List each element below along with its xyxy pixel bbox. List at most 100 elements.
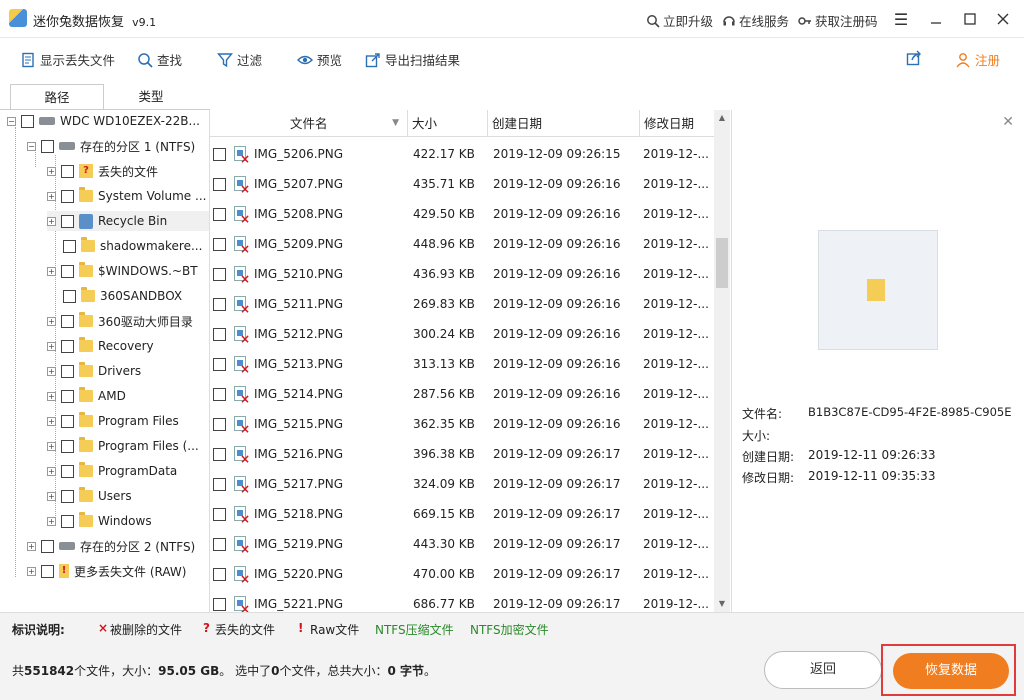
scrollbar-thumb[interactable] bbox=[716, 238, 728, 288]
table-row[interactable]: IMG_5213.PNG 313.13 KB 2019-12-09 09:26:… bbox=[210, 349, 714, 379]
checkbox[interactable] bbox=[61, 364, 74, 378]
get-register-code-link[interactable]: 获取注册码 bbox=[798, 11, 878, 30]
scroll-down-icon[interactable]: ▼ bbox=[714, 596, 730, 612]
minimize-icon[interactable] bbox=[923, 6, 949, 32]
checkbox[interactable] bbox=[61, 414, 74, 428]
expand-icon[interactable]: + bbox=[47, 316, 56, 326]
row-checkbox[interactable] bbox=[213, 388, 226, 401]
checkbox[interactable] bbox=[41, 564, 54, 578]
checkbox[interactable] bbox=[61, 264, 74, 278]
checkbox[interactable] bbox=[63, 239, 76, 253]
table-row[interactable]: IMG_5218.PNG 669.15 KB 2019-12-09 09:26:… bbox=[210, 499, 714, 529]
tree-item-program-files[interactable]: + Program Files bbox=[47, 411, 179, 431]
tree-item-drivers[interactable]: + Drivers bbox=[47, 361, 141, 381]
recover-data-button[interactable]: 恢复数据 bbox=[893, 653, 1009, 689]
expand-icon[interactable]: + bbox=[47, 391, 56, 401]
expand-icon[interactable]: + bbox=[47, 191, 56, 201]
row-checkbox[interactable] bbox=[213, 208, 226, 221]
expand-icon[interactable]: + bbox=[47, 341, 56, 351]
preview-button[interactable]: 预览 bbox=[297, 50, 342, 69]
tree-item-recovery[interactable]: + Recovery bbox=[47, 336, 154, 356]
checkbox[interactable] bbox=[61, 514, 74, 528]
tree-item-shadowmaker[interactable]: shadowmakere... bbox=[63, 236, 202, 256]
close-icon[interactable] bbox=[990, 6, 1016, 32]
expand-icon[interactable]: + bbox=[47, 466, 56, 476]
tree-item-windows[interactable]: + Windows bbox=[47, 511, 152, 531]
table-row[interactable]: IMG_5214.PNG 287.56 KB 2019-12-09 09:26:… bbox=[210, 379, 714, 409]
table-row[interactable]: IMG_5211.PNG 269.83 KB 2019-12-09 09:26:… bbox=[210, 289, 714, 319]
filter-button[interactable]: 过滤 bbox=[217, 50, 262, 69]
tree-item-windows-bt[interactable]: + $WINDOWS.~BT bbox=[47, 261, 198, 281]
column-header-created[interactable]: 创建日期 bbox=[488, 110, 640, 137]
preview-close-icon[interactable]: ✕ bbox=[1002, 114, 1014, 130]
expand-icon[interactable]: + bbox=[27, 566, 36, 576]
row-checkbox[interactable] bbox=[213, 298, 226, 311]
row-checkbox[interactable] bbox=[213, 508, 226, 521]
column-header-modified[interactable]: 修改日期 bbox=[640, 110, 714, 137]
tree-item-lost-files[interactable]: +? 丢失的文件 bbox=[47, 161, 158, 181]
row-checkbox[interactable] bbox=[213, 178, 226, 191]
checkbox[interactable] bbox=[61, 164, 74, 178]
expand-icon[interactable]: + bbox=[47, 491, 56, 501]
expand-icon[interactable]: + bbox=[47, 516, 56, 526]
tree-item-system-volume[interactable]: + System Volume ... bbox=[47, 186, 206, 206]
tree-disk[interactable]: − WDC WD10EZEX-22B... bbox=[7, 111, 200, 131]
row-checkbox[interactable] bbox=[213, 598, 226, 611]
tree-raw-files[interactable]: + ! 更多丢失文件 (RAW) bbox=[27, 561, 186, 581]
row-checkbox[interactable] bbox=[213, 328, 226, 341]
upgrade-link[interactable]: 立即升级 bbox=[646, 11, 713, 30]
register-button[interactable]: 注册 bbox=[955, 50, 1000, 69]
tree-partition-1[interactable]: − 存在的分区 1 (NTFS) bbox=[27, 136, 195, 156]
collapse-icon[interactable]: − bbox=[7, 116, 16, 126]
online-service-link[interactable]: 在线服务 bbox=[722, 11, 789, 30]
row-checkbox[interactable] bbox=[213, 358, 226, 371]
checkbox[interactable] bbox=[61, 189, 74, 203]
tree-item-users[interactable]: + Users bbox=[47, 486, 132, 506]
tree-item-amd[interactable]: + AMD bbox=[47, 386, 126, 406]
tree-item-programdata[interactable]: + ProgramData bbox=[47, 461, 177, 481]
expand-icon[interactable]: + bbox=[27, 541, 36, 551]
row-checkbox[interactable] bbox=[213, 568, 226, 581]
checkbox[interactable] bbox=[21, 114, 34, 128]
checkbox[interactable] bbox=[61, 314, 74, 328]
checkbox[interactable] bbox=[61, 389, 74, 403]
table-row[interactable]: IMG_5210.PNG 436.93 KB 2019-12-09 09:26:… bbox=[210, 259, 714, 289]
expand-icon[interactable]: + bbox=[47, 416, 56, 426]
table-row[interactable]: IMG_5208.PNG 429.50 KB 2019-12-09 09:26:… bbox=[210, 199, 714, 229]
checkbox[interactable] bbox=[61, 214, 74, 228]
row-checkbox[interactable] bbox=[213, 538, 226, 551]
tree-item-recycle-bin[interactable]: + Recycle Bin bbox=[47, 211, 209, 231]
maximize-icon[interactable] bbox=[957, 6, 983, 32]
column-header-name[interactable]: 文件名 ▼ bbox=[210, 110, 408, 137]
expand-icon[interactable]: + bbox=[47, 441, 56, 451]
checkbox[interactable] bbox=[41, 139, 54, 153]
export-scan-results-button[interactable]: 导出扫描结果 bbox=[365, 50, 460, 69]
tab-type[interactable]: 类型 bbox=[104, 84, 198, 110]
menu-icon[interactable]: ☰ bbox=[888, 6, 914, 32]
table-row[interactable]: IMG_5221.PNG 686.77 KB 2019-12-09 09:26:… bbox=[210, 589, 714, 612]
expand-icon[interactable]: + bbox=[47, 366, 56, 376]
tree-item-360-driver[interactable]: +360驱动大师目录 bbox=[47, 311, 193, 331]
table-row[interactable]: IMG_5220.PNG 470.00 KB 2019-12-09 09:26:… bbox=[210, 559, 714, 589]
checkbox[interactable] bbox=[61, 464, 74, 478]
file-list-scrollbar[interactable]: ▲ ▼ bbox=[714, 110, 730, 612]
expand-icon[interactable]: + bbox=[47, 266, 56, 276]
share-button[interactable] bbox=[906, 50, 922, 66]
checkbox[interactable] bbox=[61, 339, 74, 353]
tab-path[interactable]: 路径 bbox=[10, 84, 104, 110]
row-checkbox[interactable] bbox=[213, 418, 226, 431]
table-row[interactable]: IMG_5207.PNG 435.71 KB 2019-12-09 09:26:… bbox=[210, 169, 714, 199]
table-row[interactable]: IMG_5219.PNG 443.30 KB 2019-12-09 09:26:… bbox=[210, 529, 714, 559]
checkbox[interactable] bbox=[63, 289, 76, 303]
table-row[interactable]: IMG_5215.PNG 362.35 KB 2019-12-09 09:26:… bbox=[210, 409, 714, 439]
scroll-up-icon[interactable]: ▲ bbox=[714, 110, 730, 126]
collapse-icon[interactable]: − bbox=[27, 141, 36, 151]
show-lost-files-button[interactable]: 显示丢失文件 bbox=[20, 50, 115, 69]
table-row[interactable]: IMG_5217.PNG 324.09 KB 2019-12-09 09:26:… bbox=[210, 469, 714, 499]
tree-item-program-files-x86[interactable]: + Program Files (... bbox=[47, 436, 199, 456]
row-checkbox[interactable] bbox=[213, 148, 226, 161]
table-row[interactable]: IMG_5216.PNG 396.38 KB 2019-12-09 09:26:… bbox=[210, 439, 714, 469]
table-row[interactable]: IMG_5206.PNG 422.17 KB 2019-12-09 09:26:… bbox=[210, 139, 714, 169]
row-checkbox[interactable] bbox=[213, 268, 226, 281]
tree-item-360sandbox[interactable]: 360SANDBOX bbox=[63, 286, 182, 306]
